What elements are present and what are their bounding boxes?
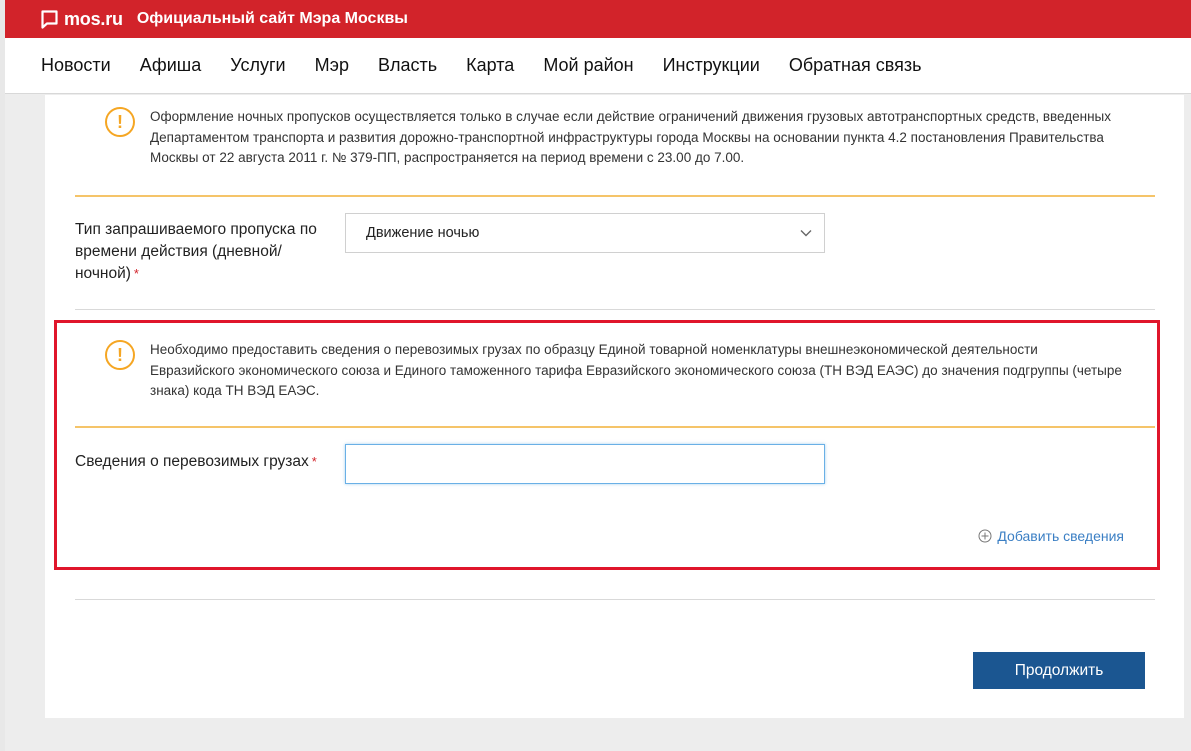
speech-bubble-logo-icon[interactable] [41,9,58,29]
plus-circle-icon [978,529,992,543]
cargo-info-input[interactable] [345,444,825,484]
nav-item-feedback[interactable]: Обратная связь [789,55,922,76]
nav-item-government[interactable]: Власть [378,55,437,76]
pass-type-selected-value: Движение ночью [366,225,480,241]
cargo-info-label-text: Сведения о перевозимых грузах [75,453,309,470]
pass-type-label-text: Тип запрашиваемого пропуска по времени д… [75,221,317,282]
continue-button[interactable]: Продолжить [973,652,1145,689]
required-star: * [133,266,139,281]
nav-item-news[interactable]: Новости [41,55,111,76]
warning-icon: ! [105,107,135,137]
add-info-link-text[interactable]: Добавить сведения [997,528,1124,544]
pass-type-select[interactable]: Движение ночью [345,213,825,253]
cargo-notice: ! Необходимо предоставить сведения о пер… [105,340,1125,402]
night-pass-notice-text: Оформление ночных пропусков осуществляет… [150,109,1111,165]
nav-item-map[interactable]: Карта [466,55,514,76]
night-pass-notice: ! Оформление ночных пропусков осуществля… [105,107,1125,169]
site-title[interactable]: Официальный сайт Мэра Москвы [137,10,408,28]
main-nav: Новости Афиша Услуги Мэр Власть Карта Мо… [5,38,1191,94]
divider [75,599,1155,600]
cargo-info-label: Сведения о перевозимых грузах * [75,451,335,473]
pass-type-label: Тип запрашиваемого пропуска по времени д… [75,219,335,285]
divider [75,309,1155,310]
chevron-down-icon [800,230,812,237]
divider [75,195,1155,197]
nav-item-mayor[interactable]: Мэр [315,55,349,76]
warning-icon: ! [105,340,135,370]
divider [75,426,1155,428]
required-star: * [311,454,317,469]
cargo-notice-text: Необходимо предоставить сведения о перев… [150,342,1122,398]
nav-item-afisha[interactable]: Афиша [140,55,202,76]
form-content: ! Оформление ночных пропусков осуществля… [45,95,1184,718]
nav-item-services[interactable]: Услуги [230,55,285,76]
logo-text[interactable]: mos.ru [64,9,123,30]
add-info-link[interactable]: Добавить сведения [978,528,1124,544]
nav-item-my-district[interactable]: Мой район [543,55,633,76]
site-header: mos.ru Официальный сайт Мэра Москвы [5,0,1191,38]
nav-item-instructions[interactable]: Инструкции [663,55,760,76]
